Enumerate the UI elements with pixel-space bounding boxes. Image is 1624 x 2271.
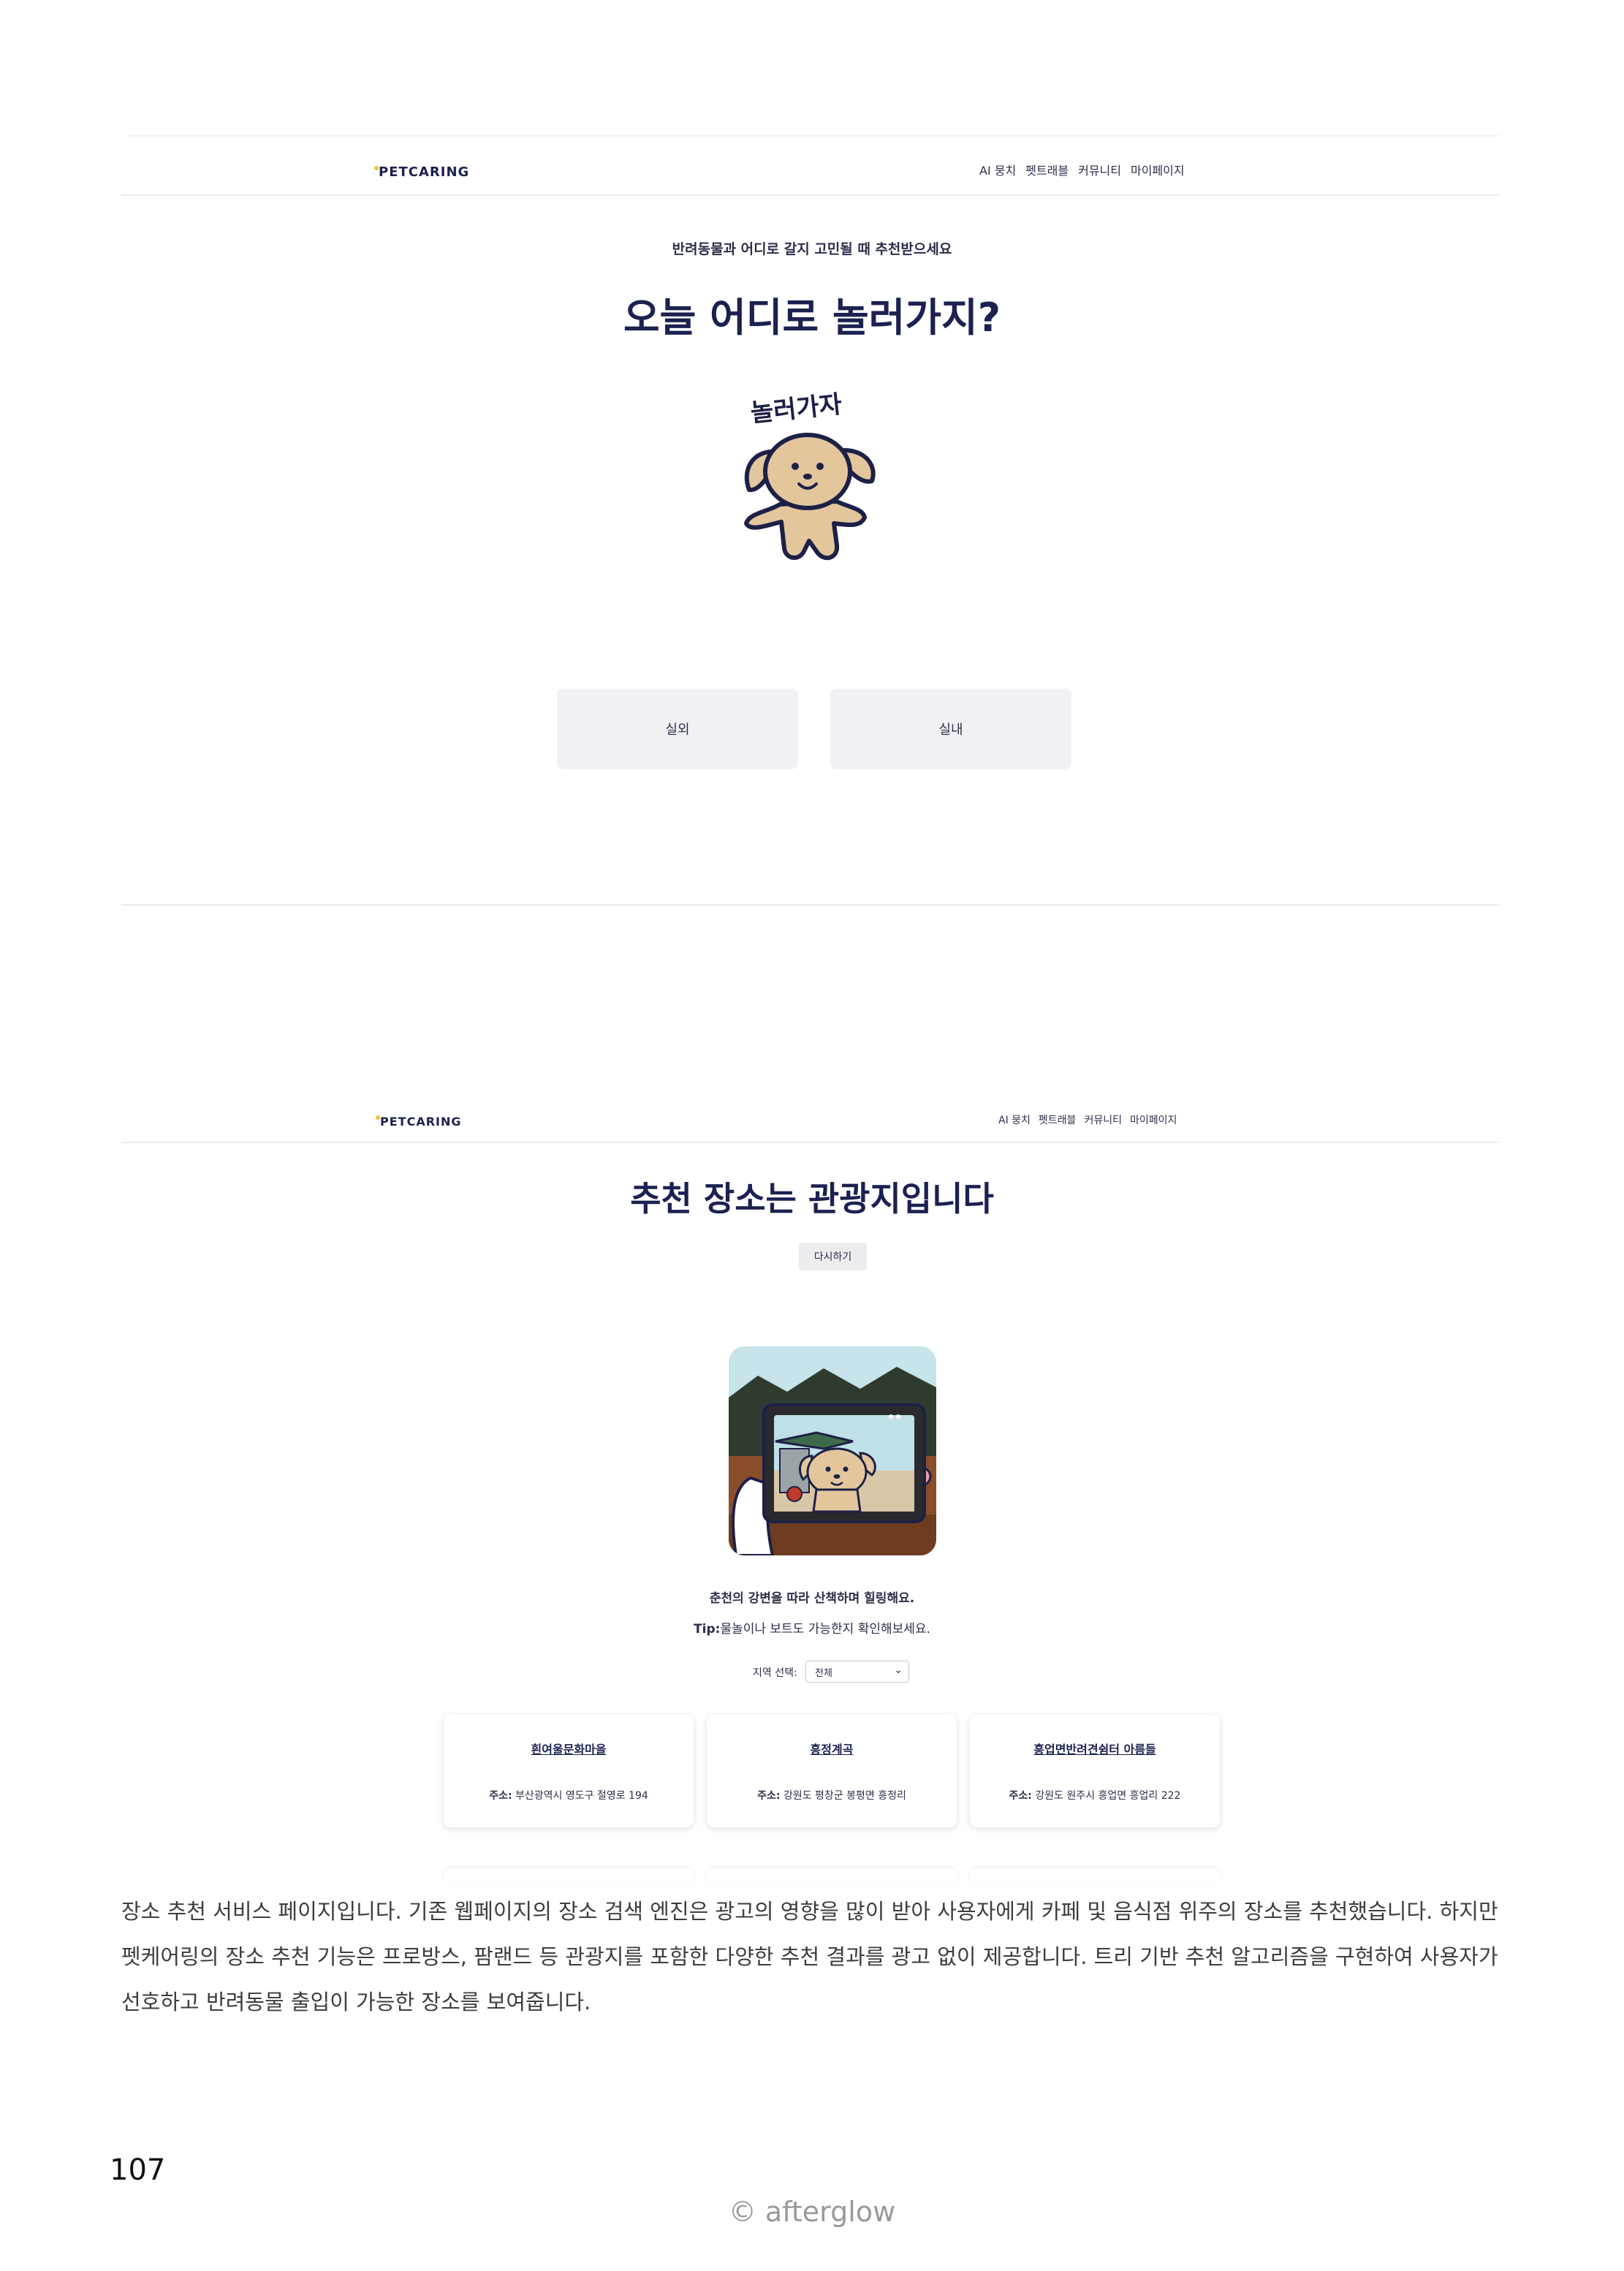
header-divider [121,194,1500,196]
nav-item-mypage[interactable]: 마이페이지 [1131,161,1185,178]
nav-item-pet-travel[interactable]: 펫트래블 [1039,1112,1077,1127]
chevron-down-icon: ⌄ [894,1664,903,1676]
place-card[interactable]: 흰여울문화마을 주소: 부산광역시 영도구 절영로 194 [444,1715,694,1827]
choice-indoor-button[interactable]: 실내 [830,689,1071,769]
place-name-link[interactable]: 흥업면반려견쉼터 아름들 [970,1740,1220,1757]
tip-label: Tip: [694,1622,721,1637]
illustration-caption: 놀러가자 [749,390,843,428]
page-subtitle: 반려동물과 어디로 갈지 고민될 때 추천받으세요 [672,241,952,257]
tip-line: Tip:물놀이나 보트도 가능한지 확인해보세요. [0,1618,1624,1637]
logo-dot-icon [376,1115,380,1120]
nav-item-ai-mungchi[interactable]: AI 뭉치 [998,1112,1031,1127]
place-address: 주소: 부산광역시 영도구 절영로 194 [444,1788,694,1802]
place-address: 주소: 강원도 평창군 봉평면 흥정리 [707,1788,957,1802]
address-label: 주소: [757,1790,781,1802]
place-card-partial [707,1868,957,1883]
place-card-partial [444,1868,694,1883]
recommendation-image [729,1346,936,1555]
logo[interactable]: PETCARING [376,1115,462,1129]
place-name-link[interactable]: 흥정계곡 [707,1740,957,1757]
choice-outdoor-button[interactable]: 실외 [557,689,798,769]
logo-text: PETCARING [380,1115,462,1129]
tip-text: 물놀이나 보트도 가능한지 확인해보세요. [720,1622,930,1637]
dog-illustration: 놀러가자 [744,390,876,561]
address-value: 부산광역시 영도구 절영로 194 [515,1790,648,1802]
logo[interactable]: PETCARING [374,164,470,180]
logo-dot-icon [374,166,379,170]
place-card[interactable]: 흥정계곡 주소: 강원도 평창군 봉평면 흥정리 [707,1715,957,1827]
region-select-label: 지역 선택: [753,1667,797,1679]
footer-copyright: © afterglow [728,2196,896,2228]
nav-item-community[interactable]: 커뮤니티 [1078,161,1121,178]
header-divider [121,1142,1500,1143]
screen1-top-divider [126,135,1500,137]
region-select-value: 전체 [815,1667,832,1679]
nav-item-ai-mungchi[interactable]: AI 뭉치 [979,161,1016,178]
place-card-partial [970,1868,1220,1883]
place-name-link[interactable]: 흰여울문화마을 [444,1740,694,1757]
result-title: 추천 장소는 관광지입니다 [630,1179,994,1218]
page-number: 107 [110,2153,166,2187]
place-card[interactable]: 흥업면반려견쉼터 아름들 주소: 강원도 원주시 흥업면 흥업리 222 [970,1715,1220,1827]
nav-item-community[interactable]: 커뮤니티 [1084,1112,1122,1127]
address-value: 강원도 원주시 흥업면 흥업리 222 [1035,1790,1181,1802]
screen1-bottom-divider [121,904,1500,906]
address-value: 강원도 평창군 봉평면 흥정리 [783,1790,906,1802]
region-select[interactable]: 전체 ⌄ [805,1661,909,1683]
address-label: 주소: [1009,1790,1032,1802]
place-address: 주소: 강원도 원주시 흥업면 흥업리 222 [970,1788,1220,1802]
page-title: 오늘 어디로 놀러가지? [623,295,1001,341]
recommendation-description: 춘천의 강변을 따라 산책하며 힐링해요. [709,1591,915,1606]
retry-button[interactable]: 다시하기 [799,1243,867,1270]
address-label: 주소: [489,1790,512,1802]
description-paragraph: 장소 추천 서비스 페이지입니다. 기존 웹페이지의 장소 검색 엔진은 광고의… [121,1899,1498,2014]
main-nav: AI 뭉치 펫트래블 커뮤니티 마이페이지 [979,161,1185,178]
nav-item-pet-travel[interactable]: 펫트래블 [1025,161,1069,178]
logo-text: PETCARING [379,164,470,180]
nav-item-mypage[interactable]: 마이페이지 [1130,1112,1177,1127]
main-nav: AI 뭉치 펫트래블 커뮤니티 마이페이지 [998,1112,1177,1127]
